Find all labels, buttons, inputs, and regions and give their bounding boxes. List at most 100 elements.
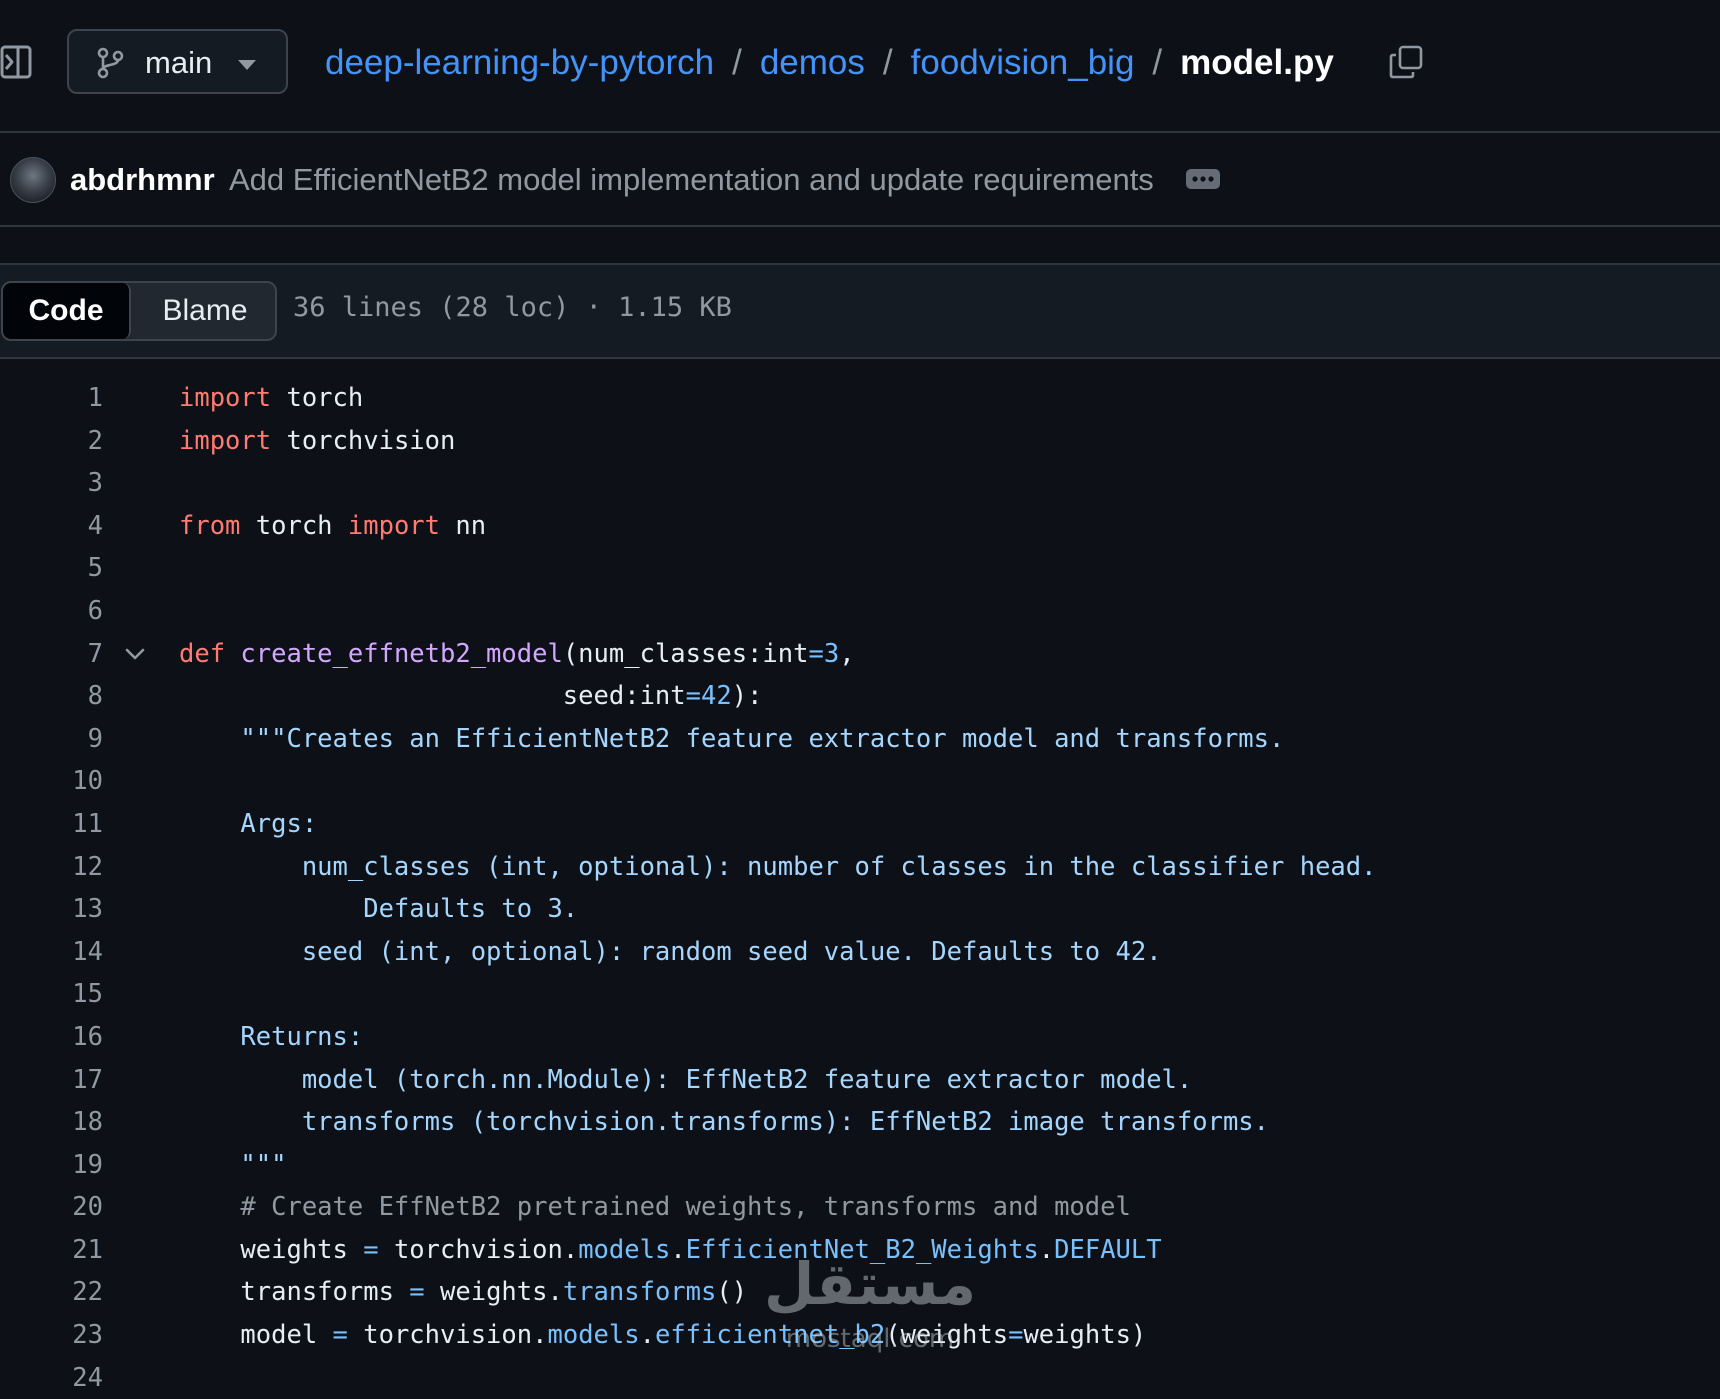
line-number[interactable]: 12 [0, 846, 103, 889]
line-number[interactable]: 6 [0, 590, 103, 633]
code-token: model [179, 1320, 333, 1351]
file-name: model.py [1180, 43, 1334, 82]
code-token: () [716, 1277, 748, 1308]
breadcrumb-foodvision-link[interactable]: foodvision_big [911, 43, 1135, 83]
code-token: . [670, 1234, 686, 1265]
code-view: 1 import torch 2 import torchvision 3 4 from t… [0, 377, 1720, 1399]
code-text: """ [179, 1144, 286, 1187]
code-line: 21 weights = torchvision.models.Efficien… [0, 1229, 1720, 1272]
line-number[interactable]: 21 [0, 1229, 103, 1272]
code-token: transforms [179, 1277, 410, 1308]
code-token: seed:int [179, 681, 686, 712]
line-number[interactable]: 7 [0, 633, 103, 676]
line-number[interactable]: 17 [0, 1059, 103, 1102]
code-text: Returns: [179, 1016, 363, 1059]
code-token: . [639, 1320, 655, 1351]
line-number[interactable]: 22 [0, 1271, 103, 1314]
code-token: Returns: [179, 1021, 364, 1052]
code-text: def create_effnetb2_model(num_classes:in… [179, 633, 855, 676]
branch-selector-button[interactable]: main [67, 29, 288, 94]
copy-icon[interactable] [1388, 44, 1424, 80]
line-number[interactable]: 10 [0, 760, 103, 803]
line-number[interactable]: 14 [0, 931, 103, 974]
code-text: Args: [179, 803, 317, 846]
line-number[interactable]: 18 [0, 1101, 103, 1144]
sidebar-toggle-icon[interactable] [0, 44, 32, 80]
file-info: 36 lines (28 loc) · 1.15 KB [293, 292, 732, 323]
code-token: models [578, 1234, 671, 1265]
line-number[interactable]: 2 [0, 420, 103, 463]
code-token: , [839, 638, 855, 669]
breadcrumb-demos-link[interactable]: demos [760, 43, 865, 83]
code-line: 23 model = torchvision.models.efficientn… [0, 1314, 1720, 1357]
code-token: torch [240, 510, 348, 541]
code-token: = [332, 1320, 348, 1351]
line-number[interactable]: 5 [0, 547, 103, 590]
code-line: 19 """ [0, 1144, 1720, 1187]
line-number[interactable]: 24 [0, 1357, 103, 1399]
avatar[interactable] [10, 157, 56, 203]
line-number[interactable]: 23 [0, 1314, 103, 1357]
breadcrumb: deep-learning-by-pytorch / demos / foodv… [325, 40, 1334, 86]
line-number[interactable]: 16 [0, 1016, 103, 1059]
code-line: 5 [0, 547, 1720, 590]
code-line: 4 from torch import nn [0, 505, 1720, 548]
code-token: nn [440, 510, 487, 541]
view-switch: Code Blame [1, 281, 277, 341]
code-token: = [409, 1277, 425, 1308]
ellipsis-icon[interactable] [1186, 169, 1220, 189]
line-number[interactable]: 19 [0, 1144, 103, 1187]
code-token: 3 [823, 638, 840, 669]
chevron-down-icon[interactable] [124, 645, 146, 663]
code-line: 9 """Creates an EfficientNetB2 feature e… [0, 718, 1720, 761]
code-token: . [1038, 1234, 1055, 1265]
code-text: transforms (torchvision.transforms): Eff… [179, 1101, 1269, 1144]
code-line: 12 num_classes (int, optional): number o… [0, 846, 1720, 889]
line-number[interactable]: 3 [0, 462, 103, 505]
code-token: 42 [701, 681, 732, 712]
commit-message[interactable]: Add EfficientNetB2 model implementation … [229, 162, 1154, 198]
code-token: """ [179, 1149, 287, 1180]
code-text: seed:int=42): [179, 675, 763, 718]
code-line: 11 Args: [0, 803, 1720, 846]
code-token: Args: [179, 808, 318, 839]
code-token: = [808, 638, 824, 669]
line-number[interactable]: 15 [0, 973, 103, 1016]
code-token: torchvision. [347, 1320, 548, 1351]
code-token: (weights [885, 1320, 1009, 1351]
breadcrumb-separator: / [732, 43, 742, 82]
caret-down-icon [237, 58, 257, 76]
code-token: = [685, 681, 701, 712]
line-number[interactable]: 11 [0, 803, 103, 846]
code-text: transforms = weights.transforms() [179, 1271, 747, 1314]
code-line: 1 import torch [0, 377, 1720, 420]
line-number[interactable]: 1 [0, 377, 103, 420]
line-number[interactable]: 8 [0, 675, 103, 718]
code-token: def [179, 638, 226, 669]
code-token: import [347, 510, 441, 541]
code-token: = [1008, 1320, 1024, 1351]
line-number[interactable]: 4 [0, 505, 103, 548]
code-token: # Create EffNetB2 pretrained weights, tr… [179, 1192, 1131, 1223]
code-text: from torch import nn [179, 505, 486, 548]
code-token: torchvision [271, 425, 456, 456]
code-text: import torchvision [179, 420, 455, 463]
line-number[interactable]: 9 [0, 718, 103, 761]
code-line: 10 [0, 760, 1720, 803]
tab-code[interactable]: Code [3, 283, 131, 339]
tab-blame[interactable]: Blame [133, 283, 275, 339]
line-number[interactable]: 13 [0, 888, 103, 931]
code-token: """Creates an EfficientNetB2 feature ext… [179, 723, 1285, 754]
line-number[interactable]: 20 [0, 1186, 103, 1229]
branch-name: main [145, 45, 213, 80]
commit-author[interactable]: abdrhmnr [70, 162, 215, 198]
code-token: weights [179, 1234, 364, 1265]
code-line: 16 Returns: [0, 1016, 1720, 1059]
code-text: Defaults to 3. [179, 888, 578, 931]
code-line: 7 def create_effnetb2_model(num_classes:i… [0, 633, 1720, 676]
code-token: torch [271, 383, 364, 413]
breadcrumb-repo-link[interactable]: deep-learning-by-pytorch [325, 43, 714, 83]
code-line: 13 Defaults to 3. [0, 888, 1720, 931]
code-token: models [547, 1320, 640, 1351]
